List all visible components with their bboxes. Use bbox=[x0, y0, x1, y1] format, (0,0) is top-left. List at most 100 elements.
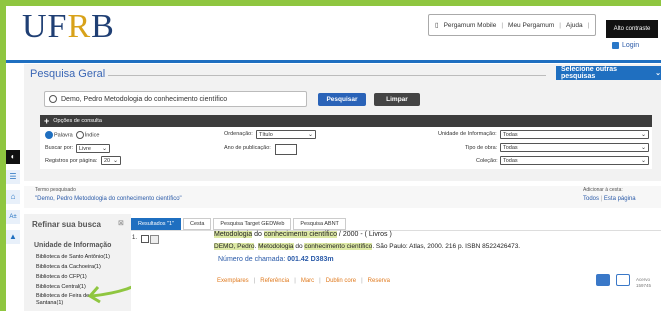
blue-band bbox=[6, 60, 661, 63]
result-item bbox=[131, 230, 661, 291]
menu-icon[interactable]: ☰ bbox=[6, 170, 20, 184]
tab-resultados[interactable]: Resultados "1" bbox=[131, 218, 182, 230]
clear-button[interactable]: Limpar bbox=[374, 93, 420, 106]
tab-cesta[interactable]: Cesta bbox=[183, 218, 212, 230]
title-part: / 2000 - ( Livros ) bbox=[336, 231, 392, 238]
ref-part: do bbox=[293, 243, 305, 250]
facet-feira-santana[interactable]: Biblioteca de Feira de bbox=[36, 293, 89, 299]
login-link[interactable]: Login bbox=[612, 42, 639, 49]
login-label: Login bbox=[622, 42, 640, 49]
map-icon[interactable] bbox=[596, 274, 610, 286]
logo-text-left: UF bbox=[22, 8, 68, 45]
search-query-text: Demo, Pedro Metodologia do conhecimento … bbox=[61, 95, 228, 103]
buscar-por-value: Livre bbox=[79, 146, 91, 152]
plus-icon: + bbox=[44, 116, 50, 126]
title-part: Metodologia bbox=[214, 231, 253, 238]
result-checkbox[interactable] bbox=[141, 235, 149, 243]
link-separator: | bbox=[319, 278, 321, 284]
registros-value: 20 bbox=[104, 158, 111, 164]
nav-pergamum-mobile[interactable]: Pergamum Mobile bbox=[444, 22, 497, 29]
add-to-basket-label: Adicionar à cesta: bbox=[583, 187, 623, 193]
call-number: Número de chamada: 001.42 D383m bbox=[218, 256, 334, 263]
link-exemplares[interactable]: Exemplares bbox=[217, 278, 249, 284]
colecao-value: Todas bbox=[503, 158, 518, 164]
nav-separator: | bbox=[501, 21, 504, 29]
ano-input[interactable] bbox=[275, 144, 297, 155]
unit-facet-title: Unidade de Informação bbox=[34, 242, 112, 249]
radio-palavra-label: Palavra bbox=[54, 132, 73, 139]
nav-ajuda[interactable]: Ajuda bbox=[566, 22, 583, 29]
chevron-down-icon: ⌄ bbox=[655, 70, 661, 77]
ordenacao-select[interactable]: Título ⌄ bbox=[256, 130, 316, 139]
facet-santo-antonio[interactable]: Biblioteca de Santo Antônio(1) bbox=[36, 254, 110, 260]
facet-cfp[interactable]: Biblioteca do CFP(1) bbox=[36, 274, 87, 280]
nav-meu-pergamum[interactable]: Meu Pergamum bbox=[508, 22, 554, 29]
tipo-label: Tipo de obra: bbox=[465, 145, 498, 151]
unidade-label: Unidade de Informação: bbox=[438, 131, 497, 137]
add-page-link[interactable]: Esta página bbox=[604, 196, 636, 202]
term-label: Termo pesquisado bbox=[35, 187, 76, 193]
ufrb-logo[interactable]: UFRB bbox=[22, 8, 115, 46]
link-reserva[interactable]: Reserva bbox=[368, 278, 390, 284]
radio-indice-label: Índice bbox=[84, 132, 100, 139]
font-size-icon[interactable]: A± bbox=[6, 210, 20, 224]
call-number-label: Número de chamada: bbox=[218, 256, 288, 263]
facet-central[interactable]: Biblioteca Central(1) bbox=[36, 284, 86, 290]
chevron-down-icon: ⌄ bbox=[112, 158, 118, 164]
tab-target-gedweb[interactable]: Pesquisa Target GEDWeb bbox=[213, 218, 292, 230]
link-dublin-core[interactable]: Dublin core bbox=[326, 278, 356, 284]
result-number: 1. bbox=[132, 235, 138, 241]
ordenacao-label: Ordenação: bbox=[224, 131, 253, 137]
registros-select[interactable]: 20 ⌄ bbox=[101, 156, 121, 165]
chevron-down-icon: ⌄ bbox=[307, 132, 313, 138]
nav-separator: | bbox=[587, 21, 590, 29]
home-icon[interactable]: ⌂ bbox=[6, 190, 20, 204]
registros-label: Registros por página: bbox=[45, 158, 98, 164]
collapse-icon[interactable]: ⊠ bbox=[118, 219, 124, 227]
results-tabs: Resultados "1" Cesta Pesquisa Target GED… bbox=[131, 218, 346, 230]
page-title: Pesquisa Geral bbox=[30, 68, 106, 80]
chevron-down-icon: ⌄ bbox=[640, 145, 646, 151]
chevron-down-icon: ⌄ bbox=[101, 146, 107, 152]
nav-separator: | bbox=[559, 21, 561, 29]
result-title[interactable]: Metodologia do conhecimento científico /… bbox=[214, 231, 392, 238]
lock-icon bbox=[612, 42, 619, 49]
link-marc[interactable]: Marc bbox=[301, 278, 314, 284]
call-number-value: 001.42 D383m bbox=[287, 256, 334, 263]
ano-label: Ano de publicação: bbox=[224, 145, 271, 151]
link-referencia[interactable]: Referência bbox=[260, 278, 289, 284]
result-reference: DEMO, Pedro. Metodologia do conhecimento… bbox=[214, 243, 520, 250]
unidade-select[interactable]: Todas ⌄ bbox=[500, 130, 649, 139]
divider bbox=[108, 75, 546, 76]
link-separator: | bbox=[361, 278, 363, 284]
options-header[interactable]: + Opções de consulta bbox=[40, 115, 652, 127]
up-arrow-icon[interactable]: ▲ bbox=[6, 230, 20, 244]
facet-feira-santana-cont[interactable]: Santana(1) bbox=[36, 300, 63, 306]
tab-abnt[interactable]: Pesquisa ABNT bbox=[293, 218, 346, 230]
options-header-label: Opções de consulta bbox=[53, 118, 102, 124]
refine-title: Refinar sua busca bbox=[32, 220, 101, 229]
logo-text-right: B bbox=[91, 8, 115, 45]
tipo-select[interactable]: Todas ⌄ bbox=[500, 143, 649, 152]
select-other-searches-dropdown[interactable]: Selecione outras pesquisas ⌄ bbox=[556, 66, 661, 80]
high-contrast-button[interactable]: Alto contraste bbox=[606, 20, 658, 38]
search-input[interactable]: Demo, Pedro Metodologia do conhecimento … bbox=[44, 91, 307, 107]
radio-indice[interactable] bbox=[75, 131, 84, 139]
buscar-por-label: Buscar por: bbox=[45, 145, 74, 151]
radio-group: Palavra Índice bbox=[45, 131, 99, 139]
chevron-down-icon: ⌄ bbox=[640, 132, 646, 138]
colecao-select[interactable]: Todas ⌄ bbox=[500, 156, 649, 165]
contrast-icon[interactable]: ◐ bbox=[6, 150, 20, 164]
add-all-link[interactable]: Todos bbox=[583, 196, 599, 202]
link-separator: | bbox=[253, 278, 256, 284]
search-button[interactable]: Pesquisar bbox=[318, 93, 366, 106]
select-other-label: Selecione outras pesquisas bbox=[561, 66, 618, 80]
acervo-code: Acervo 159745 bbox=[636, 277, 652, 288]
chart-icon[interactable] bbox=[616, 274, 630, 286]
ref-part: . São Paulo: Atlas, 2000. 216 p. ISBN 85… bbox=[372, 243, 521, 250]
search-icon bbox=[49, 95, 57, 103]
buscar-por-select[interactable]: Livre ⌄ bbox=[76, 144, 110, 153]
radio-palavra[interactable] bbox=[45, 131, 53, 139]
ref-part: conhecimento científico bbox=[304, 243, 373, 250]
top-nav: ▯ Pergamum Mobile | Meu Pergamum | Ajuda… bbox=[428, 14, 597, 36]
